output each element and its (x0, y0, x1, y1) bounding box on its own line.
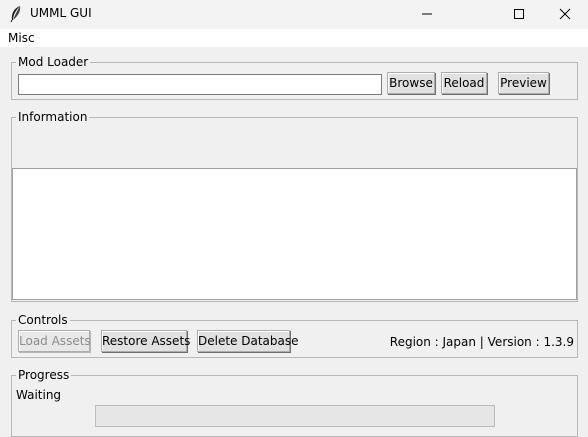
minimize-button[interactable] (404, 0, 450, 28)
menu-bar: Misc (0, 29, 588, 47)
title-bar: UMML GUI (0, 0, 588, 28)
information-legend: Information (16, 110, 90, 125)
region-version-label: Region : Japan | Version : 1.3.9 (389, 335, 574, 349)
restore-assets-button[interactable]: Restore Assets (101, 330, 190, 352)
maximize-icon (514, 9, 524, 19)
close-icon (559, 8, 571, 20)
delete-database-button[interactable]: Delete Database (197, 330, 299, 352)
preview-button[interactable]: Preview (498, 72, 549, 94)
mod-path-input[interactable] (18, 74, 382, 95)
close-button[interactable] (542, 0, 588, 28)
load-assets-button[interactable]: Load Assets (18, 330, 91, 352)
information-text-area[interactable] (12, 168, 577, 300)
progress-status: Waiting (16, 388, 62, 402)
menu-misc[interactable]: Misc (8, 31, 35, 45)
minimize-icon (422, 13, 432, 15)
progress-bar (95, 405, 495, 427)
reload-button[interactable]: Reload (441, 72, 487, 94)
window-title: UMML GUI (30, 6, 92, 20)
controls-legend: Controls (16, 313, 70, 328)
maximize-button[interactable] (496, 0, 542, 28)
feather-icon (8, 5, 24, 23)
browse-button[interactable]: Browse (387, 72, 435, 94)
progress-legend: Progress (16, 368, 72, 383)
mod-loader-legend: Mod Loader (16, 55, 91, 70)
